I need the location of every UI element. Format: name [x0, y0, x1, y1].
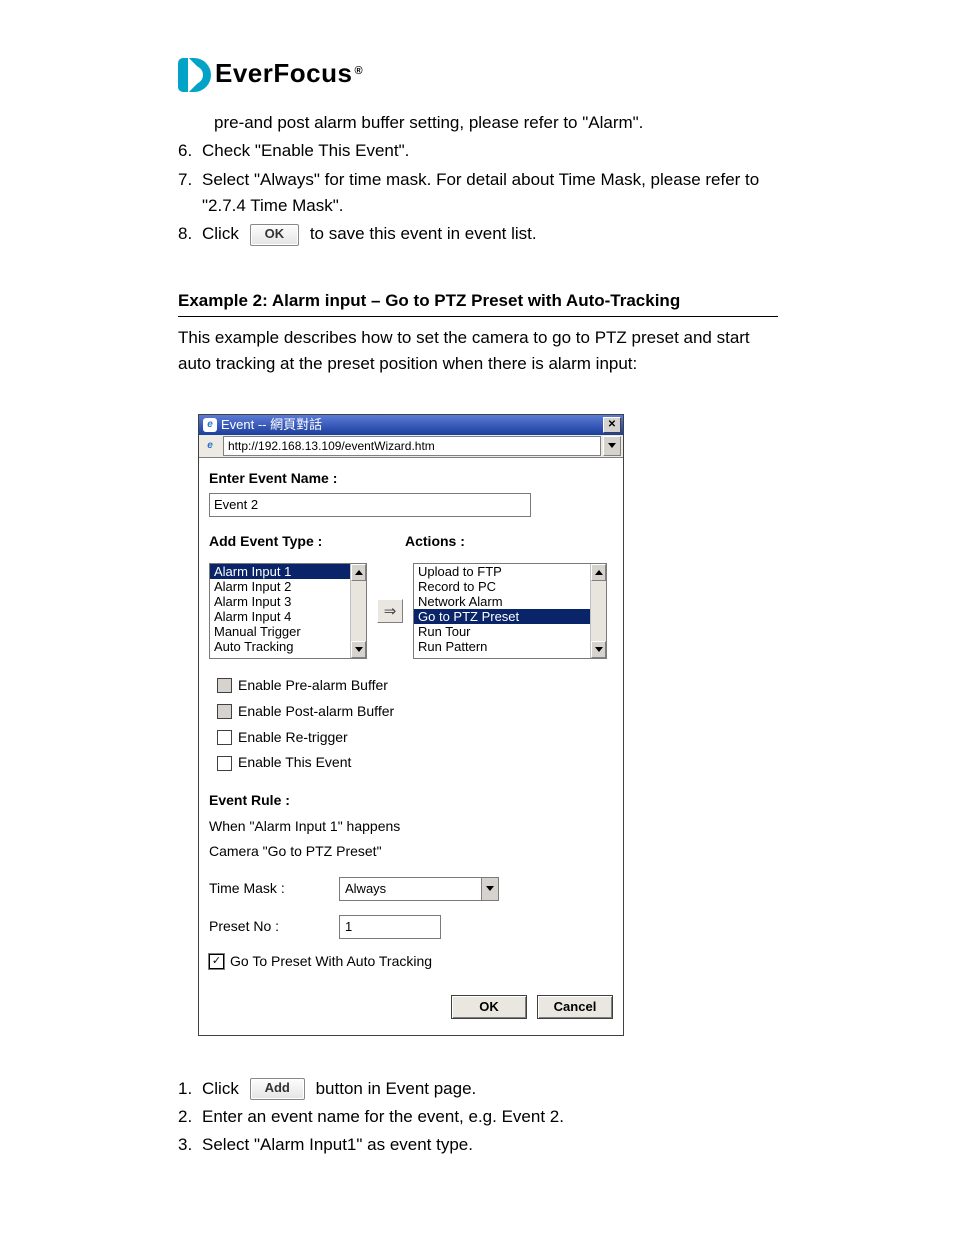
actions-scrollbar[interactable] — [590, 564, 606, 658]
event-type-items: Alarm Input 1Alarm Input 2Alarm Input 3A… — [210, 564, 350, 658]
ok-button-inline: OK — [250, 224, 300, 246]
check-icon: ✓ — [212, 956, 221, 967]
step-7-number: 7. — [178, 167, 196, 220]
step-7-text: Select "Always" for time mask. For detai… — [202, 167, 778, 220]
step-1-text-a: Click — [202, 1079, 239, 1098]
brand-mark-icon — [178, 58, 211, 92]
chevron-up-icon — [595, 570, 603, 575]
dialog-ok-button[interactable]: OK — [451, 995, 527, 1019]
dialog-close-button[interactable]: ✕ — [603, 417, 621, 433]
trademark-symbol: ® — [354, 65, 363, 77]
auto-tracking-row[interactable]: ✓ Go To Preset With Auto Tracking — [209, 951, 613, 973]
chevron-down-icon — [595, 647, 603, 652]
assign-action-button[interactable]: ⇒ — [377, 599, 403, 623]
dialog-titlebar: e Event -- 網頁對話 ✕ — [199, 415, 623, 435]
event-rule-line-1: When "Alarm Input 1" happens — [209, 816, 613, 838]
dialog-url-field[interactable]: http://192.168.13.109/eventWizard.htm — [223, 436, 601, 456]
ie-addr-icon: e — [203, 439, 217, 453]
step-8-text-a: Click — [202, 224, 239, 243]
scroll-down-button[interactable] — [351, 641, 366, 658]
brand-logo: EverFocus ® — [178, 58, 954, 92]
scroll-down-button[interactable] — [591, 641, 606, 658]
enable-pre-alarm-row[interactable]: Enable Pre-alarm Buffer — [217, 675, 613, 697]
enable-this-event-label: Enable This Event — [238, 752, 351, 774]
event-type-scrollbar[interactable] — [350, 564, 366, 658]
action-option[interactable]: Upload to FTP — [414, 564, 590, 579]
event-type-option[interactable]: Alarm Input 3 — [210, 594, 350, 609]
chevron-down-icon — [355, 647, 363, 652]
event-type-option[interactable]: Alarm Input 2 — [210, 579, 350, 594]
enable-post-alarm-checkbox[interactable] — [217, 704, 232, 719]
actions-label: Actions : — [405, 531, 465, 553]
time-mask-select[interactable]: Always — [339, 877, 499, 901]
close-icon: ✕ — [608, 417, 616, 433]
event-name-input[interactable]: Event 2 — [209, 493, 531, 517]
brand-name: EverFocus — [215, 58, 352, 89]
example-2-heading: Example 2: Alarm input – Go to PTZ Prese… — [178, 288, 778, 317]
step-6-text: Check "Enable This Event". — [202, 138, 778, 164]
step-8-text: Click OK to save this event in event lis… — [202, 221, 778, 247]
preset-no-input[interactable]: 1 — [339, 915, 441, 939]
action-option[interactable]: Go to PTZ Preset — [414, 609, 590, 624]
step-6-number: 6. — [178, 138, 196, 164]
auto-tracking-label: Go To Preset With Auto Tracking — [230, 951, 432, 973]
step-2-text: Enter an event name for the event, e.g. … — [202, 1104, 778, 1130]
enter-event-name-label: Enter Event Name : — [209, 468, 613, 490]
enable-pre-alarm-checkbox[interactable] — [217, 678, 232, 693]
step-3-text: Select "Alarm Input1" as event type. — [202, 1132, 778, 1158]
dialog-url-dropdown[interactable] — [603, 436, 621, 456]
enable-retrigger-checkbox[interactable] — [217, 730, 232, 745]
event-rule-label: Event Rule : — [209, 790, 613, 812]
event-type-option[interactable]: Auto Tracking — [210, 639, 350, 654]
add-button-inline: Add — [250, 1078, 305, 1100]
ie-icon: e — [203, 418, 217, 432]
continued-paragraph: pre-and post alarm buffer setting, pleas… — [178, 110, 778, 136]
enable-retrigger-label: Enable Re-trigger — [238, 727, 348, 749]
event-type-option[interactable]: Alarm Input 1 — [210, 564, 350, 579]
action-option[interactable]: Record to PC — [414, 579, 590, 594]
preset-no-label: Preset No : — [209, 916, 339, 938]
event-rule-line-2: Camera "Go to PTZ Preset" — [209, 841, 613, 863]
action-option[interactable]: Run Tour — [414, 624, 590, 639]
enable-post-alarm-label: Enable Post-alarm Buffer — [238, 701, 394, 723]
event-type-listbox[interactable]: Alarm Input 1Alarm Input 2Alarm Input 3A… — [209, 563, 367, 659]
action-option[interactable]: Run Pattern — [414, 639, 590, 654]
example-2-description: This example describes how to set the ca… — [178, 325, 778, 378]
chevron-up-icon — [355, 570, 363, 575]
scroll-up-button[interactable] — [351, 564, 366, 581]
enable-pre-alarm-label: Enable Pre-alarm Buffer — [238, 675, 388, 697]
time-mask-dropdown-button[interactable] — [481, 878, 498, 900]
event-type-option[interactable]: Manual Trigger — [210, 624, 350, 639]
dialog-cancel-button[interactable]: Cancel — [537, 995, 613, 1019]
action-option[interactable]: Network Alarm — [414, 594, 590, 609]
time-mask-value: Always — [340, 879, 481, 899]
step-1-text-b: button in Event page. — [316, 1079, 477, 1098]
enable-this-event-checkbox[interactable] — [217, 756, 232, 771]
chevron-down-icon — [486, 886, 494, 891]
step-1-number: 1. — [178, 1076, 196, 1102]
dialog-title: Event -- 網頁對話 — [221, 415, 322, 435]
step-1-text: Click Add button in Event page. — [202, 1076, 778, 1102]
chevron-down-icon — [608, 443, 616, 448]
event-wizard-dialog: e Event -- 網頁對話 ✕ e http://192.168.13.10… — [198, 414, 624, 1036]
event-type-option[interactable]: Alarm Input 4 — [210, 609, 350, 624]
actions-items: Upload to FTPRecord to PCNetwork AlarmGo… — [414, 564, 590, 658]
brand-text: EverFocus ® — [215, 58, 363, 89]
step-2-number: 2. — [178, 1104, 196, 1130]
auto-tracking-checkbox[interactable]: ✓ — [209, 954, 224, 969]
arrow-right-icon: ⇒ — [384, 600, 397, 623]
step-8-number: 8. — [178, 221, 196, 247]
enable-this-event-row[interactable]: Enable This Event — [217, 752, 613, 774]
step-8-text-b: to save this event in event list. — [310, 224, 537, 243]
step-3-number: 3. — [178, 1132, 196, 1158]
dialog-address-bar: e http://192.168.13.109/eventWizard.htm — [199, 435, 623, 458]
scroll-up-button[interactable] — [591, 564, 606, 581]
time-mask-label: Time Mask : — [209, 878, 339, 900]
actions-listbox[interactable]: Upload to FTPRecord to PCNetwork AlarmGo… — [413, 563, 607, 659]
add-event-type-label: Add Event Type : — [209, 531, 405, 553]
enable-retrigger-row[interactable]: Enable Re-trigger — [217, 727, 613, 749]
enable-post-alarm-row[interactable]: Enable Post-alarm Buffer — [217, 701, 613, 723]
